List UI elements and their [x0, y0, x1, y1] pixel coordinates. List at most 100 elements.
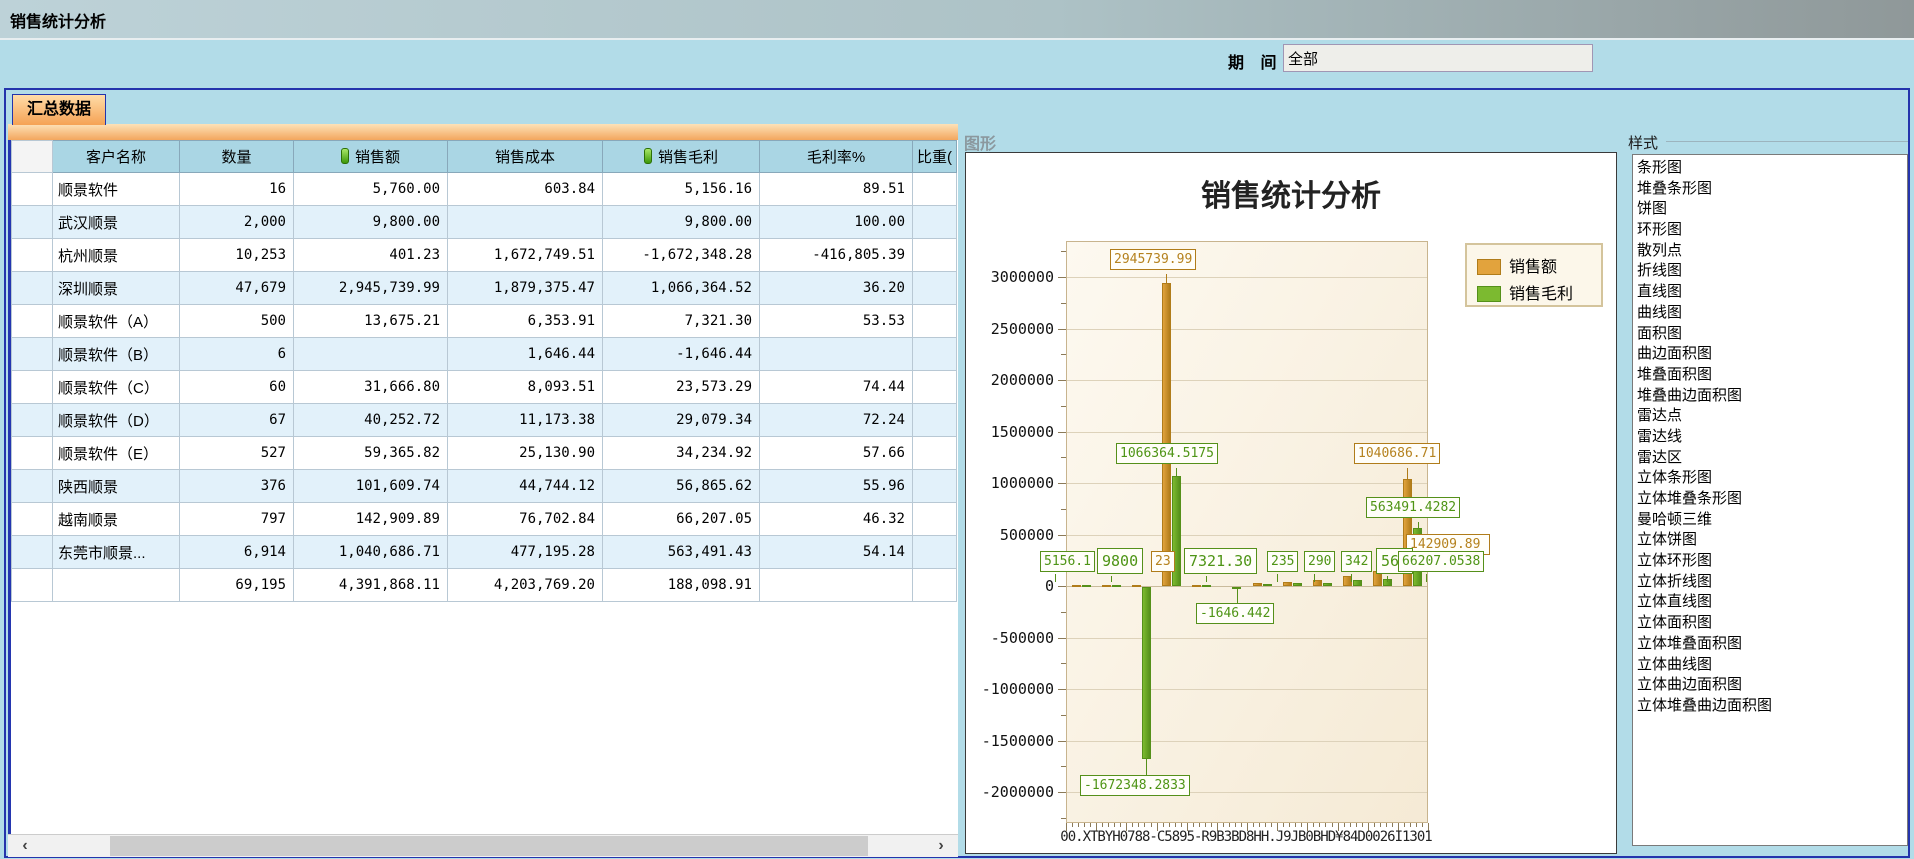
- x-axis-tick: [1108, 823, 1109, 827]
- x-axis-tick: [1169, 823, 1170, 827]
- tab-summary-data[interactable]: 汇总数据: [12, 94, 106, 125]
- style-option[interactable]: 曲线图: [1633, 303, 1907, 324]
- style-option[interactable]: 立体堆叠曲边面积图: [1633, 696, 1907, 717]
- x-axis-tick: [1356, 823, 1357, 827]
- row-selector[interactable]: [12, 569, 53, 602]
- horizontal-scrollbar[interactable]: ‹ ›: [8, 834, 958, 857]
- table-row[interactable]: 顺景软件（E）52759,365.8225,130.9034,234.9257.…: [12, 437, 957, 470]
- style-option[interactable]: 堆叠条形图: [1633, 179, 1907, 200]
- table-cell: 89.51: [760, 173, 913, 206]
- table-cell: 4,391,868.11: [294, 569, 448, 602]
- tab-label: 汇总数据: [27, 101, 91, 118]
- scrollbar-thumb[interactable]: [110, 836, 868, 856]
- style-option[interactable]: 面积图: [1633, 324, 1907, 345]
- style-option[interactable]: 条形图: [1633, 158, 1907, 179]
- table-row[interactable]: 顺景软件（D）6740,252.7211,173.3829,079.3472.2…: [12, 404, 957, 437]
- style-option[interactable]: 环形图: [1633, 220, 1907, 241]
- bar-sales: [1283, 582, 1292, 586]
- row-selector[interactable]: [12, 206, 53, 239]
- column-header[interactable]: 毛利率%: [760, 141, 913, 173]
- chart-title: 销售统计分析: [966, 171, 1616, 215]
- y-axis-tick: [1058, 277, 1066, 278]
- table-cell: 顺景软件: [53, 173, 180, 206]
- x-axis-tick: [1265, 823, 1266, 827]
- style-option[interactable]: 饼图: [1633, 199, 1907, 220]
- row-selector[interactable]: [12, 470, 53, 503]
- period-input[interactable]: [1283, 44, 1593, 72]
- table-row[interactable]: 顺景软件165,760.00603.845,156.1689.51: [12, 173, 957, 206]
- page-title: 销售统计分析: [10, 8, 106, 32]
- y-axis-tick: [1061, 766, 1066, 767]
- table-row[interactable]: 顺景软件（B）61,646.44-1,646.44: [12, 338, 957, 371]
- table-row[interactable]: 深圳顺景47,6792,945,739.991,879,375.471,066,…: [12, 272, 957, 305]
- y-axis-tick: [1061, 612, 1066, 613]
- row-selector[interactable]: [12, 239, 53, 272]
- row-selector[interactable]: [12, 272, 53, 305]
- style-option[interactable]: 堆叠曲边面积图: [1633, 386, 1907, 407]
- table-row[interactable]: 越南顺景797142,909.8976,702.8466,207.0546.32: [12, 503, 957, 536]
- table-row[interactable]: 顺景软件（C）6031,666.808,093.5123,573.2974.44: [12, 371, 957, 404]
- legend-swatch-icon: [1477, 286, 1501, 302]
- scroll-right-button[interactable]: ›: [926, 835, 956, 857]
- style-option[interactable]: 堆叠面积图: [1633, 365, 1907, 386]
- style-option[interactable]: 立体条形图: [1633, 468, 1907, 489]
- table-row[interactable]: 69,1954,391,868.114,203,769.20188,098.91: [12, 569, 957, 602]
- style-option[interactable]: 立体曲线图: [1633, 655, 1907, 676]
- style-option[interactable]: 立体环形图: [1633, 551, 1907, 572]
- style-option[interactable]: 立体折线图: [1633, 572, 1907, 593]
- row-selector[interactable]: [12, 404, 53, 437]
- style-option[interactable]: 曲边面积图: [1633, 344, 1907, 365]
- table-row[interactable]: 陕西顺景376101,609.7444,744.1256,865.6255.96: [12, 470, 957, 503]
- style-option[interactable]: 雷达区: [1633, 448, 1907, 469]
- scroll-left-button[interactable]: ‹: [10, 835, 40, 857]
- table-cell: -1,672,348.28: [603, 239, 760, 272]
- x-axis-tick: [1223, 823, 1224, 827]
- column-header[interactable]: 比重(: [913, 141, 957, 173]
- column-header[interactable]: 销售毛利: [603, 141, 760, 173]
- column-header[interactable]: 销售额: [294, 141, 448, 173]
- table-cell: 杭州顺景: [53, 239, 180, 272]
- row-selector[interactable]: [12, 536, 53, 569]
- gridline: [1067, 432, 1427, 433]
- row-selector[interactable]: [12, 371, 53, 404]
- style-option[interactable]: 立体面积图: [1633, 613, 1907, 634]
- style-option[interactable]: 散列点: [1633, 241, 1907, 262]
- style-option[interactable]: 立体堆叠面积图: [1633, 634, 1907, 655]
- row-selector[interactable]: [12, 305, 53, 338]
- table-cell: 4,203,769.20: [448, 569, 603, 602]
- table-cell: 44,744.12: [448, 470, 603, 503]
- table-cell: 顺景软件（C）: [53, 371, 180, 404]
- row-selector[interactable]: [12, 503, 53, 536]
- table-cell: 69,195: [180, 569, 294, 602]
- table-cell: 11,173.38: [448, 404, 603, 437]
- table-row[interactable]: 顺景软件（A）50013,675.216,353.917,321.3053.53: [12, 305, 957, 338]
- data-label: 5156.1: [1040, 551, 1095, 572]
- column-header[interactable]: 数量: [180, 141, 294, 173]
- y-axis-tick: [1061, 715, 1066, 716]
- x-axis-tick: [1090, 823, 1091, 827]
- style-option[interactable]: 曼哈顿三维: [1633, 510, 1907, 531]
- style-option[interactable]: 立体饼图: [1633, 530, 1907, 551]
- style-option[interactable]: 折线图: [1633, 261, 1907, 282]
- column-header[interactable]: 销售成本: [448, 141, 603, 173]
- style-option[interactable]: 立体曲边面积图: [1633, 675, 1907, 696]
- table-row[interactable]: 杭州顺景10,253401.231,672,749.51-1,672,348.2…: [12, 239, 957, 272]
- data-label: 2945739.99: [1110, 249, 1196, 270]
- row-selector[interactable]: [12, 338, 53, 371]
- y-axis-tick-label: 1500000: [974, 423, 1054, 441]
- table-cell: 101,609.74: [294, 470, 448, 503]
- style-option[interactable]: 直线图: [1633, 282, 1907, 303]
- row-selector[interactable]: [12, 173, 53, 206]
- column-header[interactable]: 客户名称: [53, 141, 180, 173]
- table-row[interactable]: 东莞市顺景...6,9141,040,686.71477,195.28563,4…: [12, 536, 957, 569]
- table-row[interactable]: 武汉顺景2,0009,800.009,800.00100.00: [12, 206, 957, 239]
- row-selector[interactable]: [12, 437, 53, 470]
- style-option[interactable]: 雷达线: [1633, 427, 1907, 448]
- x-axis-tick: [1416, 823, 1417, 827]
- x-axis-tick: [1151, 823, 1152, 827]
- y-axis-tick: [1061, 457, 1066, 458]
- style-option[interactable]: 立体直线图: [1633, 592, 1907, 613]
- style-list[interactable]: 条形图堆叠条形图饼图环形图散列点折线图直线图曲线图面积图曲边面积图堆叠面积图堆叠…: [1632, 154, 1908, 846]
- style-option[interactable]: 立体堆叠条形图: [1633, 489, 1907, 510]
- style-option[interactable]: 雷达点: [1633, 406, 1907, 427]
